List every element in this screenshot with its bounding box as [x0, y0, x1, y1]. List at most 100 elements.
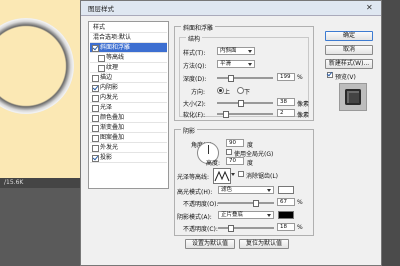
style-item-10[interactable]: 图案叠加	[90, 133, 167, 143]
style-checkbox[interactable]	[98, 65, 105, 72]
bevel-section-title: 斜面和浮雕	[181, 23, 216, 32]
highlight-opacity-knob[interactable]	[253, 200, 260, 207]
style-checkbox[interactable]	[92, 125, 99, 132]
soften-input[interactable]: 2	[277, 109, 295, 117]
close-icon[interactable]: ✕	[366, 3, 373, 12]
shadow-opacity-unit: %	[297, 224, 303, 231]
layer-style-dialog: 图层样式 ✕ 样式 混合选项:默认 斜面和浮雕等高线纹理描边 内阴影内发光光泽颜色…	[80, 0, 382, 266]
style-checkbox[interactable]	[92, 135, 99, 142]
highlight-mode-dropdown[interactable]: 滤色	[218, 186, 274, 194]
shadow-mode-dropdown[interactable]: 正片叠底	[218, 211, 274, 219]
style-item-label: 颜色叠加	[100, 114, 125, 121]
style-item-6[interactable]: 内发光	[90, 93, 167, 103]
contour-dropdown-arrow-icon[interactable]	[231, 173, 235, 176]
style-checkbox[interactable]	[92, 85, 99, 92]
size-label: 大小(Z):	[183, 101, 206, 108]
contour-curve-icon	[214, 170, 230, 182]
preview-checkbox[interactable]	[327, 72, 333, 78]
size-slider-knob[interactable]	[238, 100, 245, 107]
technique-dropdown[interactable]: 平滑	[217, 60, 255, 68]
method-label: 方法(Q):	[183, 63, 207, 70]
style-item-7[interactable]: 光泽	[90, 103, 167, 113]
style-checkbox[interactable]	[92, 45, 99, 52]
gloss-contour-preview[interactable]	[213, 168, 231, 184]
style-item-label: 等高线	[106, 54, 125, 61]
preview-thumbnail	[345, 89, 361, 105]
style-checkbox[interactable]	[92, 95, 99, 102]
global-light-checkbox[interactable]	[226, 149, 232, 155]
depth-unit: %	[297, 74, 303, 81]
depth-slider[interactable]	[217, 75, 273, 82]
soften-slider-knob[interactable]	[223, 111, 230, 118]
style-checkbox[interactable]	[92, 115, 99, 122]
zoom-readout: /15.6K	[4, 179, 24, 186]
reset-default-button[interactable]: 复位为默认值	[239, 239, 289, 249]
depth-label: 深度(D):	[183, 76, 207, 83]
status-bar: /15.6K	[0, 178, 80, 188]
highlight-opacity-slider[interactable]	[218, 200, 274, 207]
altitude-unit: 度	[247, 160, 254, 167]
size-slider[interactable]	[217, 100, 273, 107]
highlight-opacity-input[interactable]: 67	[277, 198, 295, 206]
style-item-label: 光泽	[100, 104, 113, 111]
workspace-background	[0, 188, 80, 266]
antialias-label: 消除锯齿(L)	[246, 173, 279, 180]
angle-input[interactable]: 90	[226, 139, 244, 147]
highlight-color-swatch[interactable]	[278, 186, 294, 194]
style-item-8[interactable]: 颜色叠加	[90, 113, 167, 123]
depth-input[interactable]: 199	[277, 73, 295, 81]
style-list-header[interactable]: 样式	[90, 23, 167, 33]
direction-up-label: 上	[224, 89, 231, 96]
direction-down-label: 下	[244, 89, 251, 96]
style-checkbox[interactable]	[92, 75, 99, 82]
shadow-opacity-input[interactable]: 18	[277, 223, 295, 231]
cancel-button[interactable]: 取消	[325, 45, 373, 55]
direction-up-radio[interactable]	[217, 87, 224, 94]
style-checkbox[interactable]	[92, 155, 99, 162]
size-input[interactable]: 38	[277, 98, 295, 106]
style-list: 样式 混合选项:默认 斜面和浮雕等高线纹理描边 内阴影内发光光泽颜色叠加渐变叠加图…	[88, 21, 169, 189]
ok-button[interactable]: 确定	[325, 31, 373, 41]
bevel-style-dropdown[interactable]: 内斜面	[217, 47, 255, 55]
altitude-input[interactable]: 70	[226, 157, 244, 165]
style-item-12[interactable]: 投影	[90, 153, 167, 163]
style-item-9[interactable]: 渐变叠加	[90, 123, 167, 133]
style-item-3[interactable]: 纹理	[90, 63, 167, 73]
style-item-label: 投影	[100, 154, 113, 161]
gloss-contour-label: 光泽等高线:	[177, 174, 210, 181]
style-item-2[interactable]: 等高线	[90, 53, 167, 63]
highlight-opacity-label: 不透明度(O):	[183, 201, 219, 208]
style-item-label: 斜面和浮雕	[100, 44, 131, 51]
preview-label: 预览(V)	[335, 74, 356, 81]
soften-label: 软化(F):	[183, 112, 206, 119]
set-default-button[interactable]: 设置为默认值	[185, 239, 235, 249]
style-item-11[interactable]: 外发光	[90, 143, 167, 153]
antialias-checkbox[interactable]	[238, 171, 244, 177]
shadow-color-swatch[interactable]	[278, 211, 294, 219]
metal-ring-image	[0, 18, 74, 114]
style-item-label: 纹理	[106, 64, 119, 71]
style-checkbox[interactable]	[98, 55, 105, 62]
style-item-1[interactable]: 斜面和浮雕	[90, 43, 167, 53]
structure-title: 结构	[186, 34, 203, 43]
new-style-button[interactable]: 新建样式(W)...	[325, 59, 373, 69]
title-bar[interactable]: 图层样式 ✕	[81, 1, 381, 16]
shadow-opacity-label: 不透明度(C):	[183, 226, 218, 233]
style-item-label: 内发光	[100, 94, 119, 101]
style-item-4[interactable]: 描边	[90, 73, 167, 83]
style-checkbox[interactable]	[92, 145, 99, 152]
style-checkbox[interactable]	[92, 105, 99, 112]
shadow-opacity-knob[interactable]	[228, 225, 235, 232]
soften-unit: 像素	[297, 112, 310, 119]
style-item-5[interactable]: 内阴影	[90, 83, 167, 93]
style-item-label: 内阴影	[100, 84, 119, 91]
dialog-title: 图层样式	[88, 5, 114, 13]
style-item-label: 图案叠加	[100, 134, 125, 141]
check-icon	[327, 72, 332, 77]
shadow-opacity-slider[interactable]	[218, 225, 274, 232]
depth-slider-knob[interactable]	[228, 75, 235, 82]
direction-down-radio[interactable]	[237, 87, 244, 94]
soften-slider[interactable]	[217, 111, 273, 118]
blend-options-item[interactable]: 混合选项:默认	[90, 33, 167, 43]
shading-title: 阴影	[181, 126, 198, 135]
